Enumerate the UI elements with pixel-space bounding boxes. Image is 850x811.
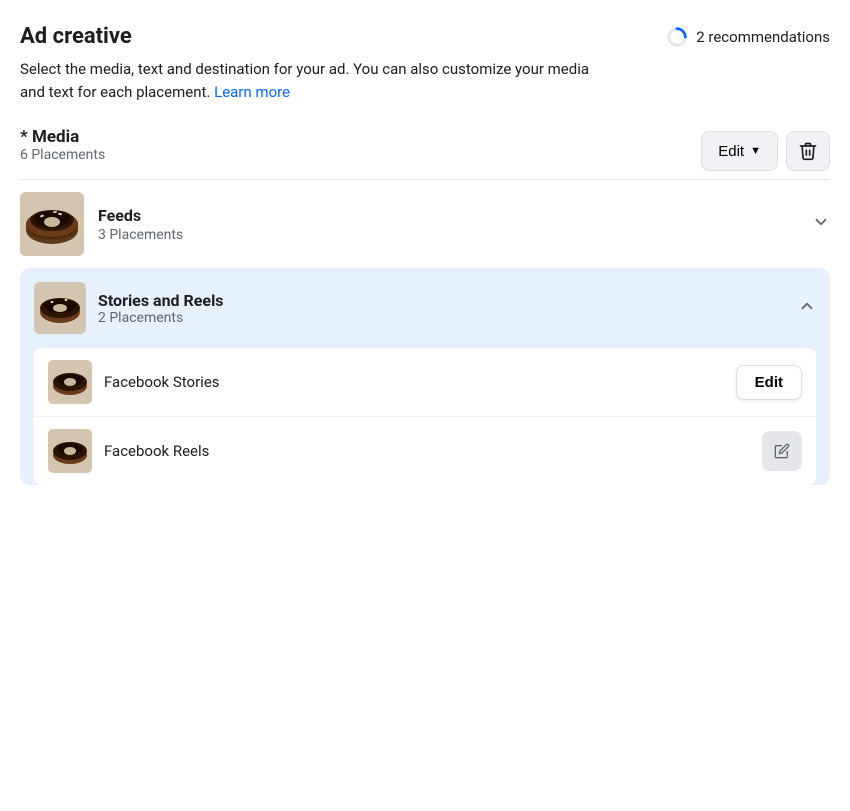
fb-stories-edit-button[interactable]: Edit bbox=[736, 365, 802, 400]
media-actions: Edit ▼ bbox=[701, 131, 830, 171]
trash-button[interactable] bbox=[786, 131, 830, 171]
feeds-name: Feeds bbox=[98, 206, 800, 225]
edit-button[interactable]: Edit ▼ bbox=[701, 131, 778, 171]
spinner-icon bbox=[666, 26, 688, 48]
edit-label: Edit bbox=[718, 143, 744, 160]
fb-reels-donut-image bbox=[48, 429, 92, 473]
feeds-sub: 3 Placements bbox=[98, 227, 800, 243]
stories-thumbnail bbox=[34, 282, 86, 334]
feeds-thumbnail bbox=[20, 192, 84, 256]
feeds-chevron-down-icon bbox=[800, 213, 830, 236]
feeds-placement-row[interactable]: Feeds 3 Placements bbox=[20, 179, 830, 268]
media-label: * Media 6 Placements bbox=[20, 127, 105, 175]
fb-stories-donut-image bbox=[48, 360, 92, 404]
fb-reels-thumbnail bbox=[48, 429, 92, 473]
fb-reels-name: Facebook Reels bbox=[104, 442, 762, 460]
facebook-reels-row: Facebook Reels bbox=[34, 417, 816, 485]
feeds-info: Feeds 3 Placements bbox=[98, 206, 800, 243]
fb-stories-name: Facebook Stories bbox=[104, 373, 736, 391]
stories-sub: 2 Placements bbox=[98, 310, 798, 326]
trash-icon bbox=[798, 141, 818, 161]
sub-placements-list: Facebook Stories Edit Facebook Reels bbox=[34, 348, 816, 485]
facebook-stories-row: Facebook Stories Edit bbox=[34, 348, 816, 417]
placements-count: 6 Placements bbox=[20, 147, 105, 163]
page-title: Ad creative bbox=[20, 24, 132, 50]
stories-reels-section: Stories and Reels 2 Placements Facebook … bbox=[20, 268, 830, 485]
dropdown-arrow-icon: ▼ bbox=[750, 145, 761, 157]
stories-donut-image bbox=[34, 282, 86, 334]
stories-info: Stories and Reels 2 Placements bbox=[98, 291, 798, 326]
fb-reels-pencil-button[interactable] bbox=[762, 431, 802, 471]
learn-more-link[interactable]: Learn more bbox=[214, 83, 290, 101]
feeds-donut-image bbox=[20, 192, 84, 256]
media-title: * Media bbox=[20, 127, 105, 147]
media-section-header: * Media 6 Placements Edit ▼ bbox=[20, 127, 830, 175]
recommendations-badge: 2 recommendations bbox=[666, 26, 830, 48]
header-row: Ad creative 2 recommendations bbox=[20, 24, 830, 50]
stories-reels-header[interactable]: Stories and Reels 2 Placements bbox=[34, 282, 816, 334]
recommendations-text: 2 recommendations bbox=[696, 28, 830, 46]
pencil-icon bbox=[774, 443, 790, 459]
stories-name: Stories and Reels bbox=[98, 291, 798, 310]
stories-chevron-up-icon bbox=[798, 297, 816, 320]
description-text: Select the media, text and destination f… bbox=[20, 58, 600, 103]
fb-stories-thumbnail bbox=[48, 360, 92, 404]
